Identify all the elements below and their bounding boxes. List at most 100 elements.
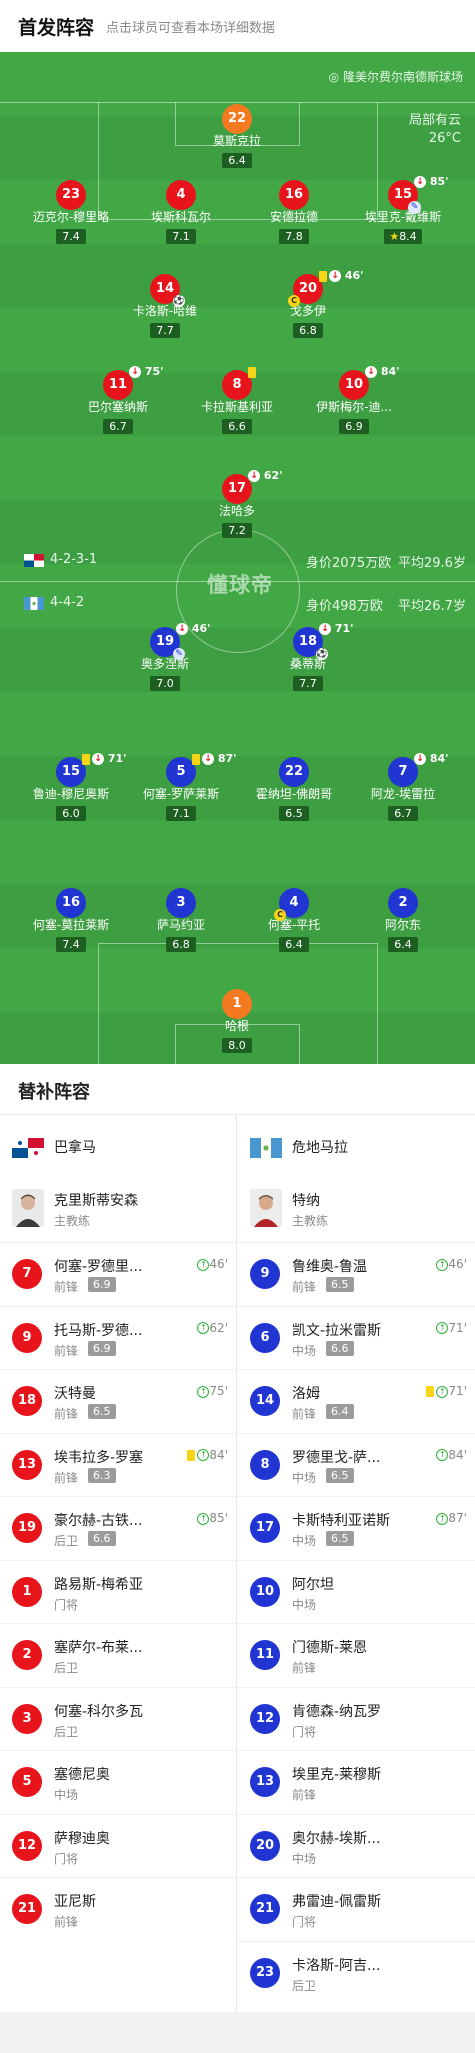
sub-event: ↑ 75' [197,1384,228,1398]
player-away-5[interactable]: 7 ↓ 84' 阿龙-埃雷拉 6.7 [343,752,463,821]
player-home-2[interactable]: 4 埃斯科瓦尔 7.1 [121,180,241,244]
jersey-number: 9 [12,1322,42,1353]
player-name: 沃特曼 [54,1386,96,1402]
sub-minute: 71' [334,622,354,635]
home-sub-row[interactable]: 13 埃韦拉多-罗塞 前锋 6.3 ↑ 84' [0,1432,236,1497]
away-sub-row[interactable]: 11 门德斯-莱恩 前锋 [238,1623,475,1687]
captain-icon: C [274,909,286,921]
player-away-2[interactable]: 15 ↓ 71' 鲁迪-穆尼奥斯 6.0 [11,752,131,821]
home-sub-row[interactable]: 7 何塞-罗德里... 前锋 6.9 ↑ 46' [0,1242,236,1306]
player-name: 埃斯科瓦尔 [150,210,211,224]
player-home-0[interactable]: 22 莫斯克拉 6.4 [177,104,297,168]
player-home-10[interactable]: 17 ↓ 62' 法哈多 7.2 [177,469,297,538]
player-away-0[interactable]: 19 ↓ 46' ✎ 奥多涅斯 7.0 [105,622,225,691]
player-name: 卡拉斯基利亚 [200,400,273,414]
player-position: 门将 [54,1597,79,1612]
jersey-number: 16 [56,888,86,918]
player-away-8[interactable]: 4 C 何塞-平托 6.4 [234,888,354,952]
jersey-number: 12 [12,1830,42,1861]
player-name: 何塞-莫拉莱斯 [32,918,110,932]
home-sub-row[interactable]: 19 豪尔赫-古铁... 后卫 6.6 ↑ 85' [0,1496,236,1560]
home-coach[interactable]: 克里斯蒂安森 主教练 [0,1178,236,1242]
home-sub-row[interactable]: 12 萨穆迪奥 门将 [0,1813,236,1878]
player-name: 安德拉德 [269,210,318,224]
player-away-7[interactable]: 3 萨马约亚 6.8 [121,888,241,952]
away-sub-row[interactable]: 12 肯德森-纳瓦罗 门将 [238,1686,475,1751]
player-rating: 6.9 [339,419,369,434]
sub-on-icon: ↑ [197,1449,210,1461]
player-name: 哈根 [224,1019,249,1033]
player-home-7[interactable]: 11 ↓ 75' 巴尔塞纳斯 6.7 [58,365,178,434]
jersey-number: 13 [250,1767,280,1797]
player-away-10[interactable]: 1 哈根 8.0 [177,989,297,1053]
player-position: 前锋 [292,1280,317,1294]
sub-event: ↑ 62' [197,1321,228,1335]
weather-text: 局部有云 [408,113,461,128]
home-sub-row[interactable]: 5 塞德尼奥 中场 [0,1750,236,1814]
player-home-1[interactable]: 23 迈克尔-穆里略 7.4 [11,180,131,244]
assist-icon: ✎ [408,201,421,214]
player-name: 埃里克-莱穆斯 [292,1767,382,1783]
player-name: 鲁维奥-鲁温 [292,1259,368,1275]
jersey-number: 18 [12,1386,42,1416]
sub-on-icon: ↑ [436,1512,449,1525]
home-sub-row[interactable]: 18 沃特曼 前锋 6.5 ↑ 75' [0,1369,236,1433]
player-position: 前锋 [54,1343,79,1358]
player-away-4[interactable]: 22 霍纳坦-佛朗哥 6.5 [234,757,354,821]
away-sub-row[interactable]: 17 卡斯特利亚诺斯 中场 6.5 ↑ 87' [238,1496,475,1560]
player-home-5[interactable]: 14 ⚽ 卡洛斯-哈维 7.7 [105,274,225,338]
player-home-3[interactable]: 16 安德拉德 7.8 [234,180,354,244]
player-home-9[interactable]: 10 ↓ 84' 伊斯梅尔-迪... 6.9 [294,365,414,434]
away-sub-row[interactable]: 23 卡洛斯-阿吉... 后卫 [238,1940,475,2005]
home-market-value: 身价2075万欧 [306,556,392,571]
sub-off-icon: ↓ [365,366,377,378]
jersey-number: 21 [12,1894,42,1924]
goal-icon: ⚽ [173,295,185,307]
sub-event: ↑ 46' [436,1257,467,1271]
assist-icon: ✎ [173,648,185,660]
jersey-number: 13 [12,1449,42,1480]
jersey-number: 22 [222,104,252,134]
away-sub-row[interactable]: 21 弗雷迪-佩雷斯 门将 [238,1877,475,1941]
home-sub-row[interactable]: 1 路易斯-梅希亚 门将 [0,1559,236,1624]
away-sub-row[interactable]: 13 埃里克-莱穆斯 前锋 [238,1750,475,1814]
home-sub-row[interactable]: 9 托马斯-罗德... 前锋 6.9 ↑ 62' [0,1305,236,1370]
jersey-number: 17 [227,481,247,496]
player-name: 萨马约亚 [156,918,205,932]
page-footer [0,2012,475,2053]
away-sub-row[interactable]: 9 鲁维奥-鲁温 前锋 6.5 ↑ 46' [238,1242,475,1306]
player-rating: 7.7 [293,676,323,691]
away-sub-row[interactable]: 6 凯文-拉米雷斯 中场 6.6 ↑ 71' [238,1305,475,1370]
away-coach[interactable]: 特纳 主教练 [238,1178,475,1242]
away-sub-row[interactable]: 8 罗德里戈-萨... 中场 6.5 ↑ 84' [238,1432,475,1497]
yellow-card-icon [82,753,90,765]
player-name: 何塞-罗德里... [54,1259,143,1275]
player-position: 中场 [292,1534,317,1548]
player-rating: 8.4 [399,230,417,243]
player-away-1[interactable]: 18 ↓ 71' ⚽ 桑蒂斯 7.7 [248,622,368,691]
jersey-number: 4 [289,895,299,910]
player-home-4[interactable]: 15 ↓ 85' ✎ 埃里克-戴维斯 ★8.4 [343,175,463,244]
home-average-age: 平均29.6岁 [398,556,466,571]
goal-icon: ⚽ [316,648,328,660]
player-name: 凯文-拉米雷斯 [292,1322,382,1339]
away-sub-row[interactable]: 10 阿尔坦 中场 [238,1559,475,1624]
home-sub-row[interactable]: 3 何塞-科尔多瓦 后卫 [0,1686,236,1751]
player-away-6[interactable]: 16 何塞-莫拉莱斯 7.4 [11,888,131,952]
player-away-9[interactable]: 2 阿尔东 6.4 [343,888,463,952]
jersey-number: 23 [250,1957,280,1988]
section-subtitle: 点击球员可查看本场详细数据 [106,21,276,36]
player-rating: 6.5 [326,1277,354,1292]
player-home-8[interactable]: 8 卡拉斯基利亚 6.6 [177,366,297,434]
sub-off-icon: ↓ [129,366,141,378]
sub-minute: 85' [429,175,449,188]
jersey-number: 20 [298,281,318,296]
away-sub-row[interactable]: 14 洛姆 前锋 6.4 ↑ 71' [238,1369,475,1433]
player-away-3[interactable]: 5 ↓ 87' 何塞-罗萨莱斯 7.1 [121,752,241,821]
home-sub-row[interactable]: 2 塞萨尔-布莱... 后卫 [0,1623,236,1687]
player-home-6[interactable]: 20 ↓ 46' C 戈多伊 6.8 [248,269,368,338]
away-sub-row[interactable]: 20 奥尔赫-埃斯... 中场 [238,1813,475,1878]
jersey-number: 3 [12,1703,42,1734]
player-position: 前锋 [54,1470,79,1485]
home-sub-row[interactable]: 21 亚尼斯 前锋 [0,1877,236,1941]
